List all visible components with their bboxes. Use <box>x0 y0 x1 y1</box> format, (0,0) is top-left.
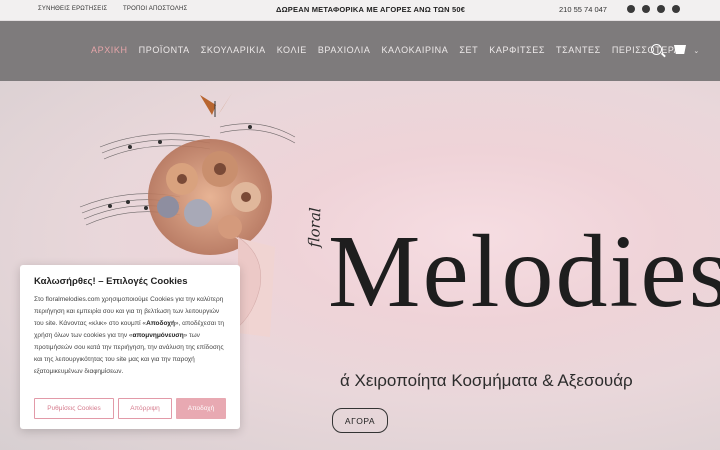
nav-menu: ΑΡΧΙΚΗ ΠΡΟΪΟΝΤΑ ΣΚΟΥΛΑΡΙΚΙΑ ΚΟΛΙΕ ΒΡΑΧΙΟ… <box>91 45 720 55</box>
logo-wordmark: Melodies <box>328 214 720 329</box>
phone-number[interactable]: 210 55 74 047 <box>559 5 607 14</box>
shop-button[interactable]: ΑΓΟΡΑ <box>332 408 388 433</box>
cookie-accept-button[interactable]: Αποδοχή <box>176 398 226 419</box>
nav-item-summer[interactable]: ΚΑΛΟΚΑΙΡΙΝΑ <box>381 45 448 55</box>
cart-icon[interactable] <box>674 45 686 54</box>
nav-item-home[interactable]: ΑΡΧΙΚΗ <box>91 45 128 55</box>
facebook-icon[interactable] <box>627 5 635 13</box>
nav-item-earrings[interactable]: ΣΚΟΥΛΑΡΙΚΙΑ <box>201 45 266 55</box>
faq-link[interactable]: ΣΥΝΗΘΕΙΣ ΕΡΩΤΗΣΕΙΣ <box>38 6 107 12</box>
top-bar: ΣΥΝΗΘΕΙΣ ΕΡΩΤΗΣΕΙΣ ΤΡΟΠΟΙ ΑΠΟΣΤΟΛΗΣ ΔΩΡΕ… <box>0 0 720 21</box>
free-shipping-banner: ΔΩΡΕΑΝ ΜΕΤΑΦΟΡΙΚΑ ΜΕ ΑΓΟΡΕΣ ΑΝΩ ΤΩΝ 50€ <box>276 5 466 14</box>
chevron-down-icon: ⌄ <box>693 48 700 55</box>
nav-item-brooches[interactable]: ΚΑΡΦΙΤΣΕΣ <box>489 45 545 55</box>
top-links: ΣΥΝΗΘΕΙΣ ΕΡΩΤΗΣΕΙΣ ΤΡΟΠΟΙ ΑΠΟΣΤΟΛΗΣ <box>38 6 201 12</box>
nav-item-necklaces[interactable]: ΚΟΛΙΕ <box>277 45 307 55</box>
email-icon[interactable] <box>672 5 680 13</box>
cookie-message: Στο floralmelodies.com χρησιμοποιούμε Co… <box>34 294 230 378</box>
cookie-consent-dialog: Καλωσήρθες! – Επιλογές Cookies Στο flora… <box>20 265 240 429</box>
pinterest-icon[interactable] <box>657 5 665 13</box>
logo-script-text: floral <box>305 207 325 248</box>
cookie-settings-button[interactable]: Ρυθμίσεις Cookies <box>34 398 114 419</box>
instagram-icon[interactable] <box>642 5 650 13</box>
nav-item-products[interactable]: ΠΡΟΪΟΝΤΑ <box>139 45 190 55</box>
cookie-message-bold: απομνημόνευση <box>132 332 184 339</box>
nav-item-bags[interactable]: ΤΣΑΝΤΕΣ <box>556 45 601 55</box>
hero-tagline: ά Χειροποίητα Κοσμήματα & Αξεσουάρ <box>340 371 633 390</box>
shipping-link[interactable]: ΤΡΟΠΟΙ ΑΠΟΣΤΟΛΗΣ <box>123 6 187 12</box>
social-links <box>627 5 680 13</box>
cookie-title: Καλωσήρθες! – Επιλογές Cookies <box>34 276 188 287</box>
nav-icons <box>651 44 686 55</box>
nav-item-bracelets[interactable]: ΒΡΑΧΙΟΛΙΑ <box>318 45 371 55</box>
nav-item-sets[interactable]: ΣΕΤ <box>459 45 478 55</box>
cookie-reject-button[interactable]: Απόρριψη <box>118 398 172 419</box>
search-icon[interactable] <box>651 44 662 55</box>
cookie-message-bold: Αποδοχή <box>146 320 175 327</box>
main-nav: ΑΡΧΙΚΗ ΠΡΟΪΟΝΤΑ ΣΚΟΥΛΑΡΙΚΙΑ ΚΟΛΙΕ ΒΡΑΧΙΟ… <box>0 21 720 81</box>
